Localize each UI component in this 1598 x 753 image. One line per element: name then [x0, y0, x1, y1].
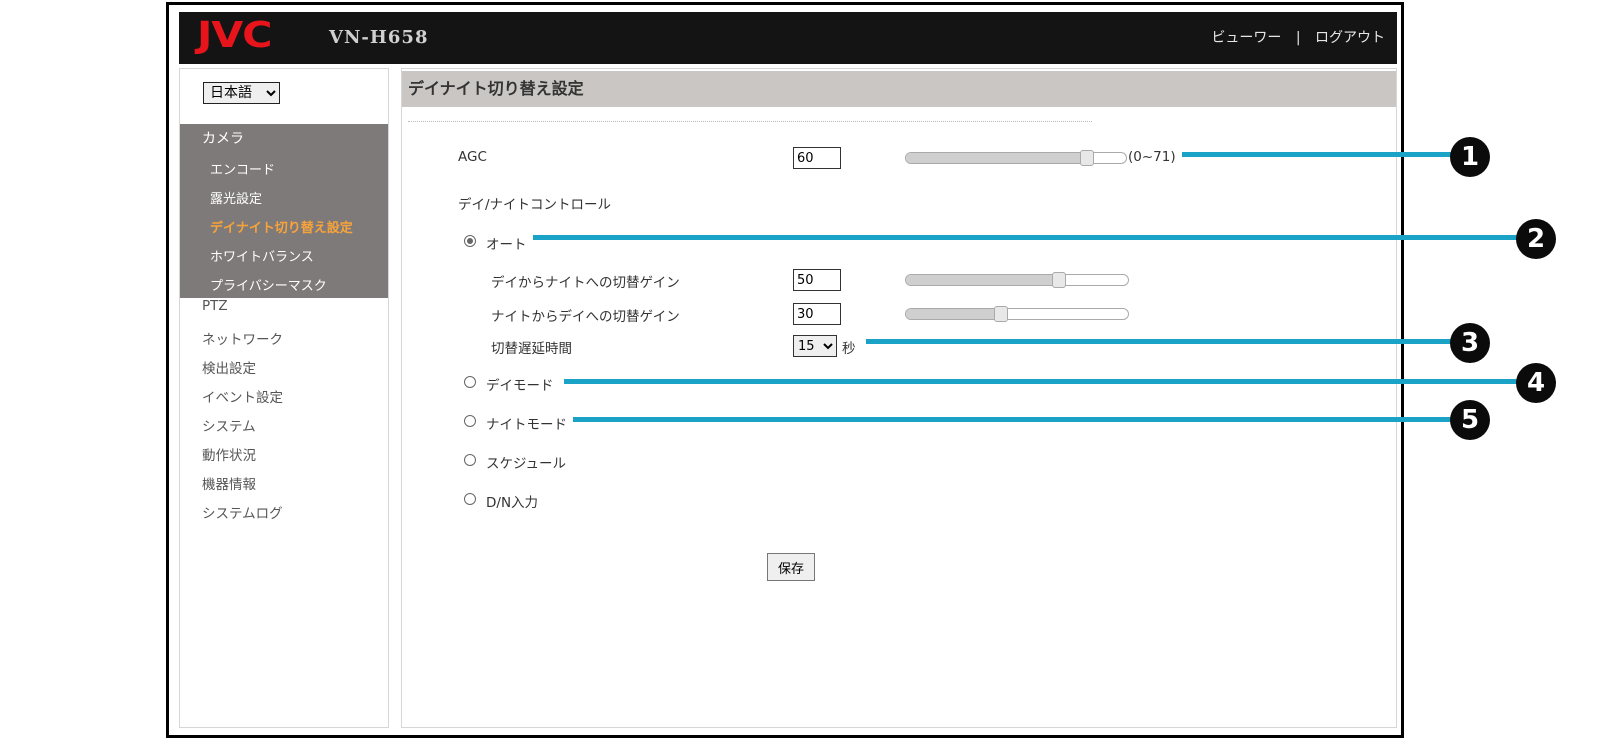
sidebar-item-white-balance[interactable]: ホワイトバランス	[210, 246, 314, 265]
auto-label: オート	[486, 237, 527, 253]
sidebar-item-ptz[interactable]: PTZ	[202, 298, 228, 314]
sidebar-item-daynight[interactable]: デイナイト切り替え設定	[210, 217, 353, 236]
auto-radio[interactable]	[464, 235, 476, 247]
header-separator: |	[1295, 30, 1301, 46]
night-to-day-label: ナイトからデイへの切替ゲイン	[491, 309, 680, 325]
day-to-night-slider[interactable]	[905, 272, 1129, 288]
day-to-night-slider-fill	[906, 275, 1060, 285]
day-mode-radio[interactable]	[464, 376, 476, 388]
daynight-control-label: デイ/ナイトコントロール	[458, 197, 612, 213]
browser-frame: JVC VN-H658 ビューワー | ログアウト 日本語 カメラ エンコード …	[166, 2, 1404, 738]
callout-marker-3: 3	[1450, 323, 1490, 363]
agc-range: (0~71)	[1128, 149, 1176, 165]
callout-marker-1: 1	[1450, 137, 1490, 177]
agc-slider[interactable]	[905, 150, 1127, 166]
agc-input[interactable]	[793, 147, 841, 169]
sidebar: 日本語 カメラ エンコード 露光設定 デイナイト切り替え設定 ホワイトバランス …	[179, 68, 389, 728]
callout-marker-4: 4	[1516, 363, 1556, 403]
sidebar-item-privacy-mask[interactable]: プライバシーマスク	[210, 275, 327, 294]
day-to-night-slider-thumb[interactable]	[1052, 272, 1067, 288]
callout-marker-2: 2	[1516, 219, 1556, 259]
night-to-day-slider-thumb[interactable]	[993, 306, 1008, 322]
jvc-logo: JVC	[197, 15, 273, 56]
language-select[interactable]: 日本語	[203, 82, 280, 104]
sidebar-item-system-log[interactable]: システムログ	[202, 502, 283, 522]
logout-link[interactable]: ログアウト	[1315, 30, 1385, 46]
schedule-radio[interactable]	[464, 454, 476, 466]
night-to-day-slider-fill	[906, 309, 1001, 319]
camera-section-title[interactable]: カメラ	[202, 128, 244, 148]
sidebar-item-exposure[interactable]: 露光設定	[210, 188, 262, 207]
sidebar-item-encode[interactable]: エンコード	[210, 159, 275, 178]
callout-line-4	[564, 379, 1534, 384]
day-mode-label: デイモード	[486, 378, 554, 394]
sidebar-item-detection[interactable]: 検出設定	[202, 357, 256, 377]
viewer-link[interactable]: ビューワー	[1211, 30, 1281, 46]
agc-slider-fill	[906, 153, 1088, 163]
main-panel: デイナイト切り替え設定 AGC (0~71) デイ/ナイトコントロール オート …	[401, 68, 1397, 728]
dn-input-radio[interactable]	[464, 493, 476, 505]
page-title: デイナイト切り替え設定	[402, 71, 1396, 107]
delay-label: 切替遅延時間	[491, 341, 572, 357]
callout-line-3	[866, 339, 1470, 344]
camera-section: カメラ エンコード 露光設定 デイナイト切り替え設定 ホワイトバランス プライバ…	[180, 124, 388, 298]
schedule-label: スケジュール	[486, 456, 567, 472]
callout-line-2	[533, 235, 1533, 240]
divider	[408, 121, 1092, 122]
sidebar-item-network[interactable]: ネットワーク	[202, 328, 283, 348]
night-to-day-slider[interactable]	[905, 306, 1129, 322]
night-to-day-input[interactable]	[793, 303, 841, 325]
sidebar-item-system[interactable]: システム	[202, 415, 256, 435]
night-mode-label: ナイトモード	[486, 417, 567, 433]
delay-select[interactable]: 15	[793, 335, 837, 357]
day-to-night-label: デイからナイトへの切替ゲイン	[491, 275, 680, 291]
app-header: JVC VN-H658 ビューワー | ログアウト	[179, 12, 1397, 64]
agc-label: AGC	[458, 149, 487, 165]
delay-unit: 秒	[842, 341, 856, 357]
night-mode-radio[interactable]	[464, 415, 476, 427]
dn-input-label: D/N入力	[486, 495, 539, 511]
callout-marker-5: 5	[1450, 400, 1490, 440]
sidebar-item-device-info[interactable]: 機器情報	[202, 473, 256, 493]
header-links: ビューワー | ログアウト	[1211, 27, 1385, 47]
callout-line-5	[573, 417, 1470, 422]
sidebar-item-event[interactable]: イベント設定	[202, 386, 283, 406]
day-to-night-input[interactable]	[793, 269, 841, 291]
callout-line-1	[1182, 152, 1470, 157]
sidebar-item-status[interactable]: 動作状況	[202, 444, 256, 464]
agc-slider-thumb[interactable]	[1080, 150, 1095, 166]
save-button[interactable]: 保存	[767, 553, 815, 581]
model-name: VN-H658	[329, 27, 429, 48]
